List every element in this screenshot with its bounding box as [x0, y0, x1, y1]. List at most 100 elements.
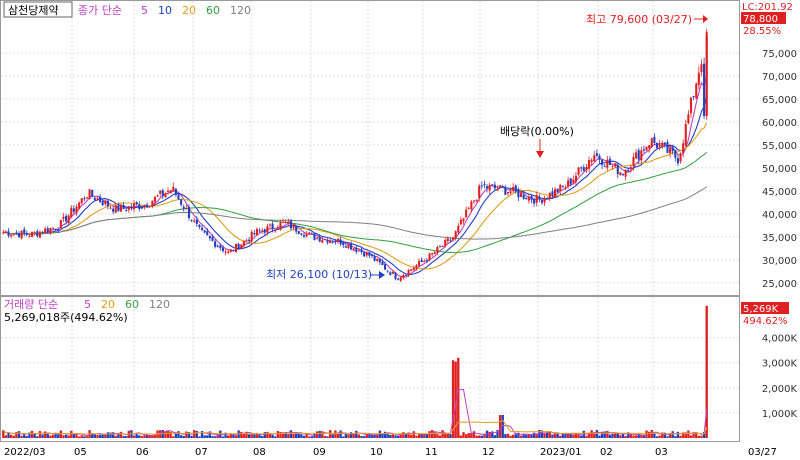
candle-body [569, 178, 572, 185]
candle-body [480, 185, 483, 187]
candle-body [31, 232, 34, 237]
candle-body [475, 199, 478, 202]
candle-body [674, 149, 677, 158]
volume-bar [221, 436, 225, 438]
price-tick-label: 45,000 [762, 187, 797, 198]
volume-bar [182, 436, 185, 438]
volume-bar [300, 434, 303, 438]
volume-bar [632, 435, 635, 438]
candle-body [41, 231, 44, 234]
volume-bar [242, 433, 246, 438]
candle-body [258, 230, 261, 232]
candle-body [556, 188, 559, 193]
volume-bar [674, 436, 677, 438]
volume-bar [676, 431, 680, 438]
low-annotation: 최저 26,100 (10/13) [266, 268, 372, 281]
candle-body [692, 95, 695, 97]
volume-bar [551, 434, 554, 438]
candle-body [78, 202, 81, 209]
candle-body [621, 174, 625, 176]
candle-body [234, 243, 238, 253]
candle-body [661, 143, 664, 148]
candle-body [517, 189, 520, 198]
volume-bar [200, 431, 204, 438]
volume-bar [331, 434, 334, 438]
candle-body [533, 198, 536, 204]
price-tick-label: 55,000 [762, 141, 797, 152]
candle-body [172, 186, 175, 191]
volume-bar [122, 435, 125, 438]
volume-bar [355, 430, 358, 438]
candle-body [70, 207, 73, 218]
candle-body [446, 238, 449, 241]
volume-bar [334, 430, 337, 438]
volume-bar [166, 430, 170, 438]
candle-body [119, 204, 123, 212]
candle-body [10, 234, 13, 237]
candle-body [684, 124, 687, 146]
candle-body [104, 200, 107, 205]
candle-body [245, 240, 248, 242]
volume-bar [590, 430, 593, 438]
candle-body [373, 256, 376, 261]
volume-bar [25, 436, 29, 438]
candle-body [164, 193, 167, 198]
price-ma-legend-item: 5 [141, 4, 148, 17]
candle-body [368, 252, 371, 256]
candle-body [214, 241, 217, 247]
volume-bar [347, 434, 350, 438]
price-ma-legend-item: 10 [158, 4, 172, 17]
volume-bar [344, 433, 348, 438]
volume-bar [376, 434, 379, 438]
candle-body [177, 194, 180, 200]
candle-body [17, 233, 21, 237]
volume-bar [671, 431, 674, 438]
candle-body [232, 250, 235, 252]
volume-bar [624, 435, 627, 438]
candle-body [441, 246, 444, 248]
volume-legend-prefix: 거래량 단순 [4, 298, 58, 311]
candle-body [598, 155, 601, 160]
candle-body [384, 264, 387, 270]
candle-body [689, 97, 693, 114]
volume-bar [43, 431, 47, 438]
volume-bar [323, 435, 327, 438]
volume-bar [174, 433, 178, 438]
candle-body [493, 184, 496, 189]
volume-bar [260, 436, 264, 438]
candle-body [138, 204, 141, 209]
volume-readout: 5,269,018주(494.62%) [4, 311, 128, 324]
volume-bar [595, 430, 599, 438]
volume-bar [106, 432, 110, 438]
volume-bar [415, 435, 418, 438]
candle-body [153, 196, 157, 202]
volume-bar [132, 435, 136, 438]
candle-body [551, 191, 554, 196]
candle-body [506, 191, 510, 194]
candle-body [559, 184, 562, 192]
volume-bar [410, 434, 413, 438]
volume-bar [308, 436, 311, 438]
stock-chart[interactable]: 75,000 70,000 65,000 60,000 55,000 50,000 45,0… [0, 0, 800, 460]
volume-bar [336, 433, 340, 438]
candle-body [548, 192, 551, 200]
candle-body [49, 227, 52, 234]
volume-bar [498, 415, 502, 438]
candle-body [297, 230, 300, 234]
candle-body [224, 251, 227, 253]
candle-body [310, 233, 313, 235]
candle-body [590, 159, 593, 162]
volume-bar [650, 430, 653, 438]
volume-bar [535, 434, 538, 438]
candle-body [423, 261, 426, 263]
volume-bar [258, 434, 261, 438]
volume-bar [211, 436, 214, 438]
volume-bar [509, 435, 512, 438]
volume-bar [179, 435, 183, 438]
candle-body [512, 186, 515, 191]
volume-bar [51, 434, 55, 438]
candle-body [637, 150, 640, 160]
candle-body [198, 224, 201, 228]
candle-body [459, 219, 462, 225]
volume-bar [512, 434, 515, 438]
